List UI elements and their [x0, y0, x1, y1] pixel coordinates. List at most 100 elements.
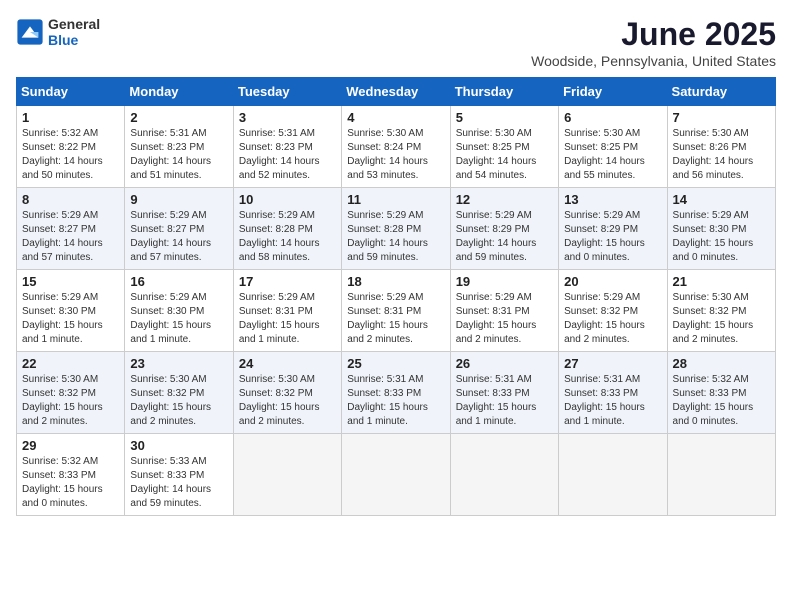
day-number: 21: [673, 274, 770, 289]
calendar-day-cell: 16 Sunrise: 5:29 AMSunset: 8:30 PMDayligh…: [125, 270, 233, 352]
calendar-day-cell: 28 Sunrise: 5:32 AMSunset: 8:33 PMDayligh…: [667, 352, 775, 434]
weekday-header: Saturday: [667, 78, 775, 106]
day-info: Sunrise: 5:30 AMSunset: 8:32 PMDaylight:…: [673, 291, 770, 347]
day-info: Sunrise: 5:30 AMSunset: 8:25 PMDaylight:…: [564, 127, 661, 183]
day-number: 12: [456, 192, 553, 207]
calendar-day-cell: 12Sunrise: 5:29 AMSunset: 8:29 PMDayligh…: [450, 188, 558, 270]
calendar-day-cell: 25Sunrise: 5:31 AMSunset: 8:33 PMDayligh…: [342, 352, 450, 434]
day-number: 27: [564, 356, 661, 371]
day-info: Sunrise: 5:29 AMSunset: 8:32 PMDaylight:…: [564, 291, 661, 347]
calendar-day-cell: 2 Sunrise: 5:31 AMSunset: 8:23 PMDaylight…: [125, 106, 233, 188]
day-info: Sunrise: 5:29 AMSunset: 8:31 PMDaylight:…: [239, 291, 336, 347]
calendar-day-cell: 24 Sunrise: 5:30 AMSunset: 8:32 PMDayligh…: [233, 352, 341, 434]
calendar-day-cell: 5 Sunrise: 5:30 AMSunset: 8:25 PMDaylight…: [450, 106, 558, 188]
calendar-day-cell: 13 Sunrise: 5:29 AMSunset: 8:29 PMDayligh…: [559, 188, 667, 270]
logo-general-text: General: [48, 16, 100, 32]
day-info: Sunrise: 5:29 AMSunset: 8:30 PMDaylight:…: [22, 291, 119, 347]
calendar-day-cell: 19Sunrise: 5:29 AMSunset: 8:31 PMDayligh…: [450, 270, 558, 352]
calendar-day-cell: 23 Sunrise: 5:30 AMSunset: 8:32 PMDayligh…: [125, 352, 233, 434]
day-info: Sunrise: 5:29 AMSunset: 8:30 PMDaylight:…: [130, 291, 227, 347]
day-number: 15: [22, 274, 119, 289]
day-number: 2: [130, 110, 227, 125]
day-info: Sunrise: 5:29 AMSunset: 8:27 PMDaylight:…: [130, 209, 227, 265]
day-number: 3: [239, 110, 336, 125]
day-info: Sunrise: 5:30 AMSunset: 8:32 PMDaylight:…: [22, 373, 119, 429]
day-info: Sunrise: 5:30 AMSunset: 8:25 PMDaylight:…: [456, 127, 553, 183]
calendar-day-cell: 18Sunrise: 5:29 AMSunset: 8:31 PMDayligh…: [342, 270, 450, 352]
calendar-day-cell: 4 Sunrise: 5:30 AMSunset: 8:24 PMDaylight…: [342, 106, 450, 188]
day-number: 28: [673, 356, 770, 371]
day-info: Sunrise: 5:31 AMSunset: 8:23 PMDaylight:…: [239, 127, 336, 183]
logo-blue-text: Blue: [48, 32, 100, 48]
day-info: Sunrise: 5:31 AMSunset: 8:23 PMDaylight:…: [130, 127, 227, 183]
day-number: 13: [564, 192, 661, 207]
calendar-day-cell: 3 Sunrise: 5:31 AMSunset: 8:23 PMDaylight…: [233, 106, 341, 188]
day-number: 1: [22, 110, 119, 125]
calendar-day-cell: 17 Sunrise: 5:29 AMSunset: 8:31 PMDayligh…: [233, 270, 341, 352]
calendar-day-cell: 10 Sunrise: 5:29 AMSunset: 8:28 PMDayligh…: [233, 188, 341, 270]
day-info: Sunrise: 5:32 AMSunset: 8:22 PMDaylight:…: [22, 127, 119, 183]
day-info: Sunrise: 5:29 AMSunset: 8:28 PMDaylight:…: [239, 209, 336, 265]
calendar-day-cell: 15 Sunrise: 5:29 AMSunset: 8:30 PMDayligh…: [17, 270, 125, 352]
calendar-day-cell: 1 Sunrise: 5:32 AMSunset: 8:22 PMDaylight…: [17, 106, 125, 188]
day-number: 9: [130, 192, 227, 207]
day-number: 20: [564, 274, 661, 289]
day-number: 24: [239, 356, 336, 371]
day-number: 26: [456, 356, 553, 371]
day-info: Sunrise: 5:30 AMSunset: 8:26 PMDaylight:…: [673, 127, 770, 183]
calendar-day-cell: 20 Sunrise: 5:29 AMSunset: 8:32 PMDayligh…: [559, 270, 667, 352]
calendar-day-cell: 26 Sunrise: 5:31 AMSunset: 8:33 PMDayligh…: [450, 352, 558, 434]
weekday-header: Friday: [559, 78, 667, 106]
day-number: 17: [239, 274, 336, 289]
day-info: Sunrise: 5:29 AMSunset: 8:27 PMDaylight:…: [22, 209, 119, 265]
day-number: 8: [22, 192, 119, 207]
calendar-week-row: 8 Sunrise: 5:29 AMSunset: 8:27 PMDaylight…: [17, 188, 776, 270]
month-title: June 2025: [531, 16, 776, 53]
day-number: 22: [22, 356, 119, 371]
day-info: Sunrise: 5:32 AMSunset: 8:33 PMDaylight:…: [22, 455, 119, 511]
day-info: Sunrise: 5:30 AMSunset: 8:24 PMDaylight:…: [347, 127, 444, 183]
page-header: General Blue June 2025 Woodside, Pennsyl…: [16, 16, 776, 69]
calendar-day-cell: 22 Sunrise: 5:30 AMSunset: 8:32 PMDayligh…: [17, 352, 125, 434]
day-number: 23: [130, 356, 227, 371]
calendar-day-cell: 11Sunrise: 5:29 AMSunset: 8:28 PMDayligh…: [342, 188, 450, 270]
day-info: Sunrise: 5:29 AMSunset: 8:29 PMDaylight:…: [564, 209, 661, 265]
calendar-week-row: 1 Sunrise: 5:32 AMSunset: 8:22 PMDaylight…: [17, 106, 776, 188]
logo: General Blue: [16, 16, 100, 48]
day-number: 30: [130, 438, 227, 453]
calendar-day-cell: 27Sunrise: 5:31 AMSunset: 8:33 PMDayligh…: [559, 352, 667, 434]
calendar-day-cell: 7 Sunrise: 5:30 AMSunset: 8:26 PMDaylight…: [667, 106, 775, 188]
logo-icon: [16, 18, 44, 46]
day-number: 4: [347, 110, 444, 125]
day-number: 7: [673, 110, 770, 125]
calendar-day-cell: [342, 434, 450, 516]
weekday-header: Sunday: [17, 78, 125, 106]
calendar-header-row: SundayMondayTuesdayWednesdayThursdayFrid…: [17, 78, 776, 106]
location-text: Woodside, Pennsylvania, United States: [531, 53, 776, 69]
day-info: Sunrise: 5:31 AMSunset: 8:33 PMDaylight:…: [456, 373, 553, 429]
weekday-header: Tuesday: [233, 78, 341, 106]
calendar-week-row: 15 Sunrise: 5:29 AMSunset: 8:30 PMDayligh…: [17, 270, 776, 352]
calendar-day-cell: 6 Sunrise: 5:30 AMSunset: 8:25 PMDaylight…: [559, 106, 667, 188]
day-info: Sunrise: 5:29 AMSunset: 8:31 PMDaylight:…: [456, 291, 553, 347]
day-number: 11: [347, 192, 444, 207]
day-number: 6: [564, 110, 661, 125]
day-info: Sunrise: 5:29 AMSunset: 8:31 PMDaylight:…: [347, 291, 444, 347]
calendar-day-cell: 30 Sunrise: 5:33 AMSunset: 8:33 PMDayligh…: [125, 434, 233, 516]
calendar-day-cell: [667, 434, 775, 516]
day-info: Sunrise: 5:29 AMSunset: 8:30 PMDaylight:…: [673, 209, 770, 265]
day-number: 29: [22, 438, 119, 453]
day-info: Sunrise: 5:30 AMSunset: 8:32 PMDaylight:…: [239, 373, 336, 429]
day-number: 5: [456, 110, 553, 125]
day-number: 16: [130, 274, 227, 289]
calendar-day-cell: 21 Sunrise: 5:30 AMSunset: 8:32 PMDayligh…: [667, 270, 775, 352]
calendar-table: SundayMondayTuesdayWednesdayThursdayFrid…: [16, 77, 776, 516]
day-info: Sunrise: 5:33 AMSunset: 8:33 PMDaylight:…: [130, 455, 227, 511]
day-number: 10: [239, 192, 336, 207]
calendar-day-cell: [233, 434, 341, 516]
day-info: Sunrise: 5:32 AMSunset: 8:33 PMDaylight:…: [673, 373, 770, 429]
day-info: Sunrise: 5:30 AMSunset: 8:32 PMDaylight:…: [130, 373, 227, 429]
weekday-header: Monday: [125, 78, 233, 106]
day-number: 14: [673, 192, 770, 207]
calendar-day-cell: 14 Sunrise: 5:29 AMSunset: 8:30 PMDayligh…: [667, 188, 775, 270]
